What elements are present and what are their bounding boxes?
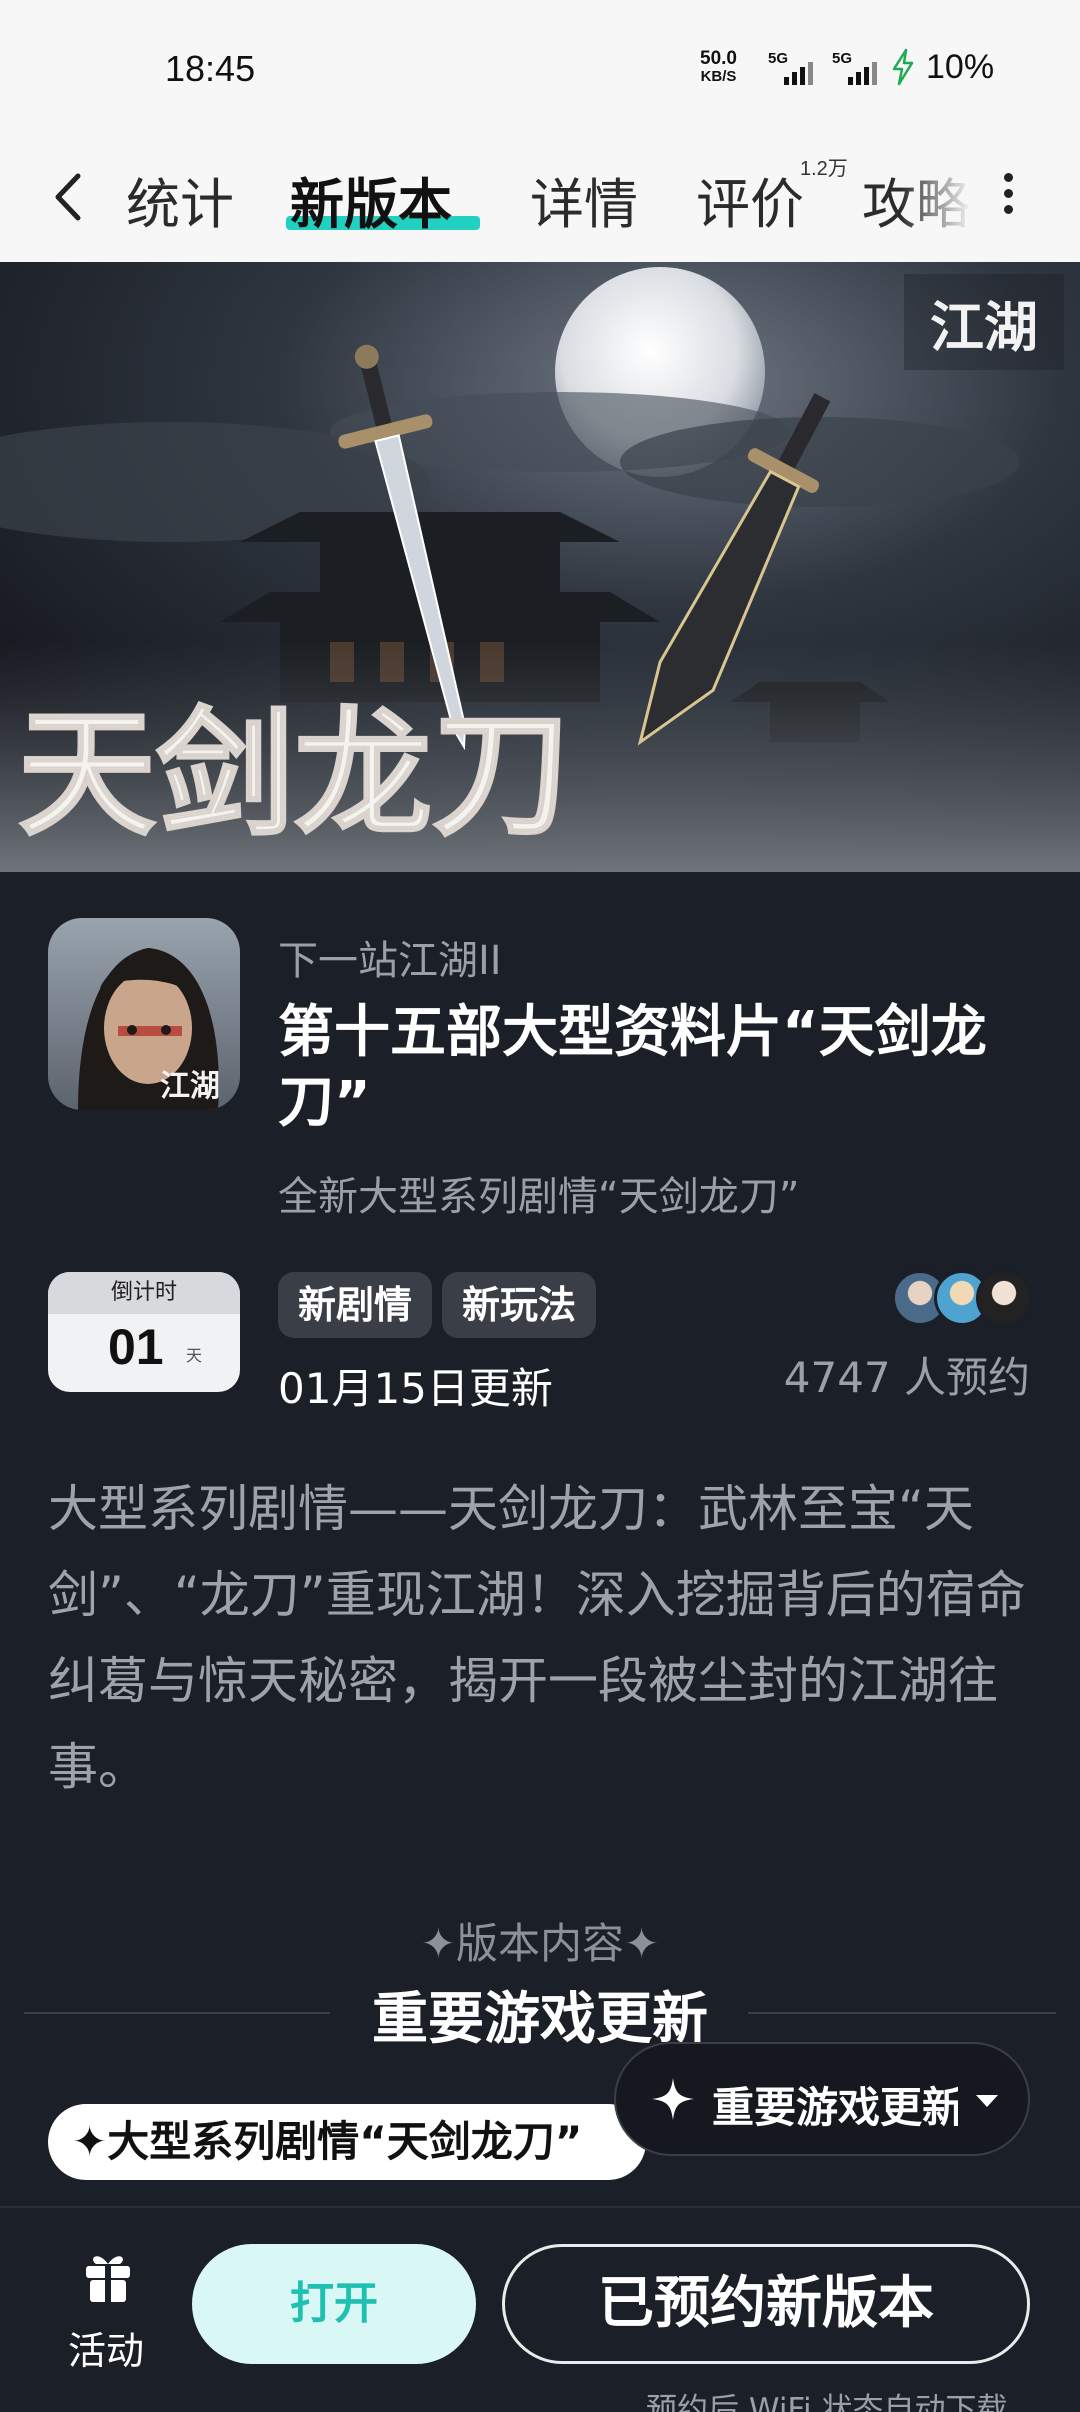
section-jump-button[interactable]: 重要游戏更新 xyxy=(614,2042,1030,2156)
review-count-badge: 1.2万 xyxy=(800,158,848,180)
auto-download-hint: 预约后 WiFi 状态自动下载 xyxy=(646,2392,1008,2412)
reserved-version-button[interactable]: 已预约新版本 xyxy=(502,2244,1030,2364)
version-subtitle: 全新大型系列剧情“天剑龙刀” xyxy=(278,1174,800,1220)
clock: 18:45 xyxy=(165,48,256,89)
signal-icon: 5G xyxy=(768,50,820,86)
countdown-value: 01 xyxy=(108,1319,164,1375)
section-jump-label: 重要游戏更新 xyxy=(712,2083,958,2132)
bottom-action-bar: 活动 打开 已预约新版本 预约后 WiFi 状态自动下载 xyxy=(0,2206,1080,2412)
app-icon-logo: 江湖 xyxy=(160,1069,220,1104)
tab-reviews[interactable]: 评价 xyxy=(696,160,804,239)
battery-level: 10% xyxy=(926,48,995,86)
network-speed-unit: KB/S xyxy=(700,68,737,85)
avatar xyxy=(976,1270,1032,1326)
update-date: 01月15日更新 xyxy=(278,1364,553,1413)
app-name[interactable]: 下一站江湖II xyxy=(278,928,502,986)
sparkle-icon xyxy=(652,2078,694,2120)
reserved-user-avatars xyxy=(892,1270,1032,1328)
countdown-unit: 天 xyxy=(186,1346,203,1365)
charging-bolt-icon xyxy=(892,48,914,86)
network-speed-value: 50.0 xyxy=(700,48,737,69)
countdown-card: 倒计时 01 天 xyxy=(48,1272,240,1392)
countdown-label: 倒计时 xyxy=(48,1272,240,1314)
tab-bar: 统计 新版本 详情 评价 1.2万 攻略 xyxy=(0,132,1080,262)
tab-new-version[interactable]: 新版本 xyxy=(290,160,452,239)
promo-banner[interactable]: 江湖 天剑龙刀 xyxy=(0,262,1080,872)
signal-icon: 5G xyxy=(832,50,884,86)
version-description: 大型系列剧情——天剑龙刀：武林至宝“天剑”、“龙刀”重现江湖！深入挖掘背后的宿命… xyxy=(48,1480,1026,1796)
network-speed: 50.0 KB/S xyxy=(700,48,737,86)
tab-overflow-fade xyxy=(900,132,980,262)
tag-new-story: 新剧情 xyxy=(278,1272,433,1338)
tag-new-gameplay: 新玩法 xyxy=(442,1272,597,1338)
content-category-pill[interactable]: ✦大型系列剧情“天剑龙刀” xyxy=(48,2104,646,2180)
banner-artwork: 江湖 天剑龙刀 xyxy=(0,262,1080,872)
chevron-down-icon xyxy=(976,2095,998,2107)
section-label: ✦版本内容✦ xyxy=(420,1919,660,1968)
banner-title-art: 天剑龙刀 xyxy=(18,692,570,855)
banner-logo: 江湖 xyxy=(930,295,1038,359)
reservation-count: 4747 人预约 xyxy=(783,1353,1030,1402)
more-menu-icon[interactable] xyxy=(998,168,1018,228)
tab-stats[interactable]: 统计 xyxy=(126,160,234,239)
tab-details[interactable]: 详情 xyxy=(530,160,638,239)
activity-label[interactable]: 活动 xyxy=(68,2320,144,2375)
back-arrow-icon[interactable] xyxy=(48,162,88,232)
open-button[interactable]: 打开 xyxy=(192,2244,476,2364)
app-icon[interactable]: 江湖 xyxy=(48,918,240,1110)
app-icon-art: 江湖 xyxy=(48,918,240,1110)
gift-icon[interactable] xyxy=(82,2248,134,2304)
version-title: 第十五部大型资料片“天剑龙刀” xyxy=(278,1000,987,1135)
status-bar: 18:45 50.0 KB/S 5G 5G 10% xyxy=(0,0,1080,132)
